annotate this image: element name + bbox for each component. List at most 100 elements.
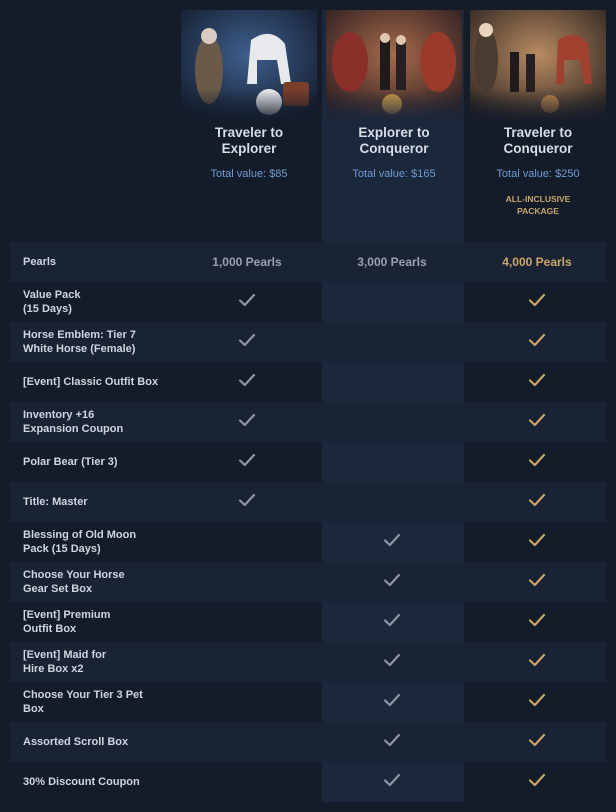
check-cell [467,282,607,322]
row-label: [Event] Maid for Hire Box x2 [23,649,107,675]
table-row: Assorted Scroll Box [10,722,606,762]
check-cell [322,562,462,602]
package-total-value: Total value: $250 [496,168,580,180]
package-traveler-to-conqueror[interactable]: Traveler to Conqueror Total value: $250 … [470,10,606,238]
check-cell [177,602,317,642]
check-cell [322,282,462,322]
check-cell [467,402,607,442]
pearls-cell: 1,000 Pearls [177,242,317,282]
check-cell [467,362,607,402]
check-cell [467,522,607,562]
check-cell [467,562,607,602]
pearls-cell: 3,000 Pearls [322,242,462,282]
check-cell [467,482,607,522]
package-title: Traveler to Explorer [214,125,284,156]
row-label: Blessing of Old Moon Pack (15 Days) [23,529,137,555]
checkmark-icon [238,333,256,352]
checkmark-icon [383,573,401,592]
package-image [181,10,317,122]
package-total-value: Total value: $85 [210,168,288,180]
all-inclusive-badge: ALL-INCLUSIVE PACKAGE [505,194,571,216]
check-cell [322,602,462,642]
check-cell [322,442,462,482]
check-cell [322,682,462,722]
row-label: [Event] Premium Outfit Box [23,609,111,635]
row-label: Choose Your Horse Gear Set Box [23,569,125,595]
checkmark-icon [528,373,546,392]
check-cell [322,722,462,762]
checkmark-icon [383,613,401,632]
table-row: Choose Your Horse Gear Set Box [10,562,606,602]
package-title: Explorer to Conqueror [358,125,430,156]
check-cell [322,762,462,802]
package-explorer-to-conqueror[interactable]: Explorer to Conqueror Total value: $165 [326,10,462,238]
checkmark-icon [528,533,546,552]
table-row: Polar Bear (Tier 3) [10,442,606,482]
row-label: [Event] Classic Outfit Box [23,376,159,388]
package-image [326,10,462,122]
table-row: Value Pack (15 Days) [10,282,606,322]
checkmark-icon [238,493,256,512]
check-cell [322,522,462,562]
row-label: Polar Bear (Tier 3) [23,456,118,468]
checkmark-icon [528,333,546,352]
check-cell [177,442,317,482]
checkmark-icon [528,413,546,432]
check-cell [177,682,317,722]
check-cell [177,762,317,802]
row-label: Horse Emblem: Tier 7 White Horse (Female… [23,329,136,355]
check-cell [177,362,317,402]
package-image [470,10,606,122]
table-row: Inventory +16 Expansion Coupon [10,402,606,442]
table-row: Title: Master [10,482,606,522]
comparison-table: Pearls 1,000 Pearls 3,000 Pearls 4,000 P… [10,242,606,802]
check-cell [177,722,317,762]
checkmark-icon [238,413,256,432]
row-label: Inventory +16 Expansion Coupon [23,409,124,435]
checkmark-icon [383,733,401,752]
checkmark-icon [528,693,546,712]
check-cell [177,522,317,562]
check-cell [467,322,607,362]
checkmark-icon [383,773,401,792]
table-row: [Event] Maid for Hire Box x2 [10,642,606,682]
checkmark-icon [528,453,546,472]
check-cell [177,642,317,682]
check-cell [467,682,607,722]
checkmark-icon [528,573,546,592]
check-cell [177,402,317,442]
pearls-value: 4,000 Pearls [502,255,572,269]
table-row: Choose Your Tier 3 Pet Box [10,682,606,722]
table-row: Horse Emblem: Tier 7 White Horse (Female… [10,322,606,362]
checkmark-icon [528,493,546,512]
check-cell [177,322,317,362]
checkmark-icon [238,293,256,312]
checkmark-icon [238,453,256,472]
checkmark-icon [528,733,546,752]
pearls-cell: 4,000 Pearls [467,242,607,282]
check-cell [322,482,462,522]
checkmark-icon [383,653,401,672]
checkmark-icon [528,653,546,672]
row-label: Title: Master [23,496,88,508]
check-cell [322,362,462,402]
checkmark-icon [383,693,401,712]
row-label: Pearls [23,256,57,268]
checkmark-icon [528,613,546,632]
package-traveler-to-explorer[interactable]: Traveler to Explorer Total value: $85 [181,10,317,238]
table-row: [Event] Premium Outfit Box [10,602,606,642]
check-cell [467,442,607,482]
checkmark-icon [383,533,401,552]
package-title: Traveler to Conqueror [503,125,573,156]
check-cell [322,642,462,682]
check-cell [467,762,607,802]
table-row: [Event] Classic Outfit Box [10,362,606,402]
table-row-pearls: Pearls 1,000 Pearls 3,000 Pearls 4,000 P… [10,242,606,282]
row-label: Choose Your Tier 3 Pet Box [23,689,143,715]
row-label: 30% Discount Coupon [23,776,140,788]
check-cell [177,282,317,322]
check-cell [467,722,607,762]
check-cell [467,602,607,642]
pearls-value: 3,000 Pearls [357,255,427,269]
checkmark-icon [528,293,546,312]
